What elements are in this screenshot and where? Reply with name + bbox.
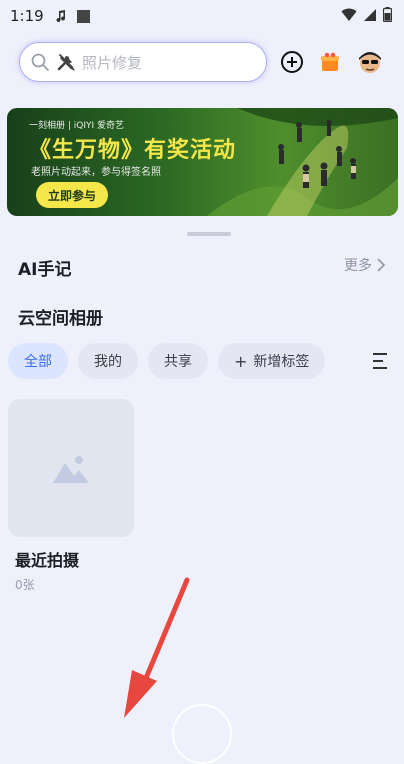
drag-handle[interactable]	[187, 232, 231, 236]
album-name[interactable]: 最近拍摄	[15, 547, 79, 571]
chip-shared[interactable]: 共享	[148, 343, 208, 379]
avatar-icon	[359, 52, 381, 73]
banner-subtitle: 老照片动起来，参与得签名照	[31, 167, 161, 178]
ai-notes-title: AI手记	[18, 260, 72, 280]
more-label: 更多	[344, 258, 372, 274]
sort-menu-icon[interactable]	[371, 350, 389, 372]
banner-cta-button[interactable]: 立即参与	[36, 182, 109, 208]
chip-add-tag[interactable]: + 新增标签	[218, 343, 326, 379]
add-button[interactable]	[278, 48, 306, 76]
gift-box-icon	[321, 52, 339, 71]
image-placeholder-icon	[53, 456, 89, 483]
avatar-button[interactable]	[356, 48, 384, 76]
battery-icon	[383, 7, 392, 22]
signal-icon	[364, 8, 376, 21]
chip-label: 我的	[94, 354, 122, 370]
ai-notes-more-link[interactable]: 更多	[344, 255, 386, 275]
red-arrow-annotation	[124, 577, 190, 718]
search-icon	[31, 53, 49, 71]
chevron-right-icon	[377, 258, 386, 272]
banner-title: 《生万物》有奖活动	[29, 138, 237, 163]
chip-label: 新增标签	[253, 354, 310, 370]
status-bar: 1:19	[0, 0, 404, 32]
tools-icon	[57, 54, 76, 72]
cloud-album-title: 云空间相册	[18, 309, 103, 329]
search-bar[interactable]: 照片修复	[19, 42, 267, 82]
plus-circle-icon	[281, 51, 303, 73]
music-note-icon	[56, 10, 65, 23]
album-count: 0张	[15, 578, 35, 592]
chip-label: 全部	[24, 354, 52, 370]
filter-chips: 全部 我的 共享 + 新增标签	[8, 343, 326, 379]
banner-brand-text: 一刻相册 | iQIYI 爱奇艺	[29, 121, 125, 131]
promo-banner[interactable]: 一刻相册 | iQIYI 爱奇艺 《生万物》有奖活动 老照片动起来，参与得签名照…	[7, 108, 398, 216]
wifi-icon	[341, 8, 357, 21]
search-placeholder: 照片修复	[82, 53, 143, 72]
bottom-fab[interactable]	[172, 704, 232, 764]
plus-icon: +	[234, 351, 248, 371]
status-icons	[341, 7, 392, 22]
chip-all[interactable]: 全部	[8, 343, 68, 379]
gift-button[interactable]	[316, 48, 344, 76]
square-notification-icon	[76, 10, 90, 23]
status-time: 1:19	[10, 7, 44, 25]
album-thumbnail[interactable]	[8, 399, 134, 537]
chip-mine[interactable]: 我的	[78, 343, 138, 379]
chip-label: 共享	[164, 354, 192, 370]
